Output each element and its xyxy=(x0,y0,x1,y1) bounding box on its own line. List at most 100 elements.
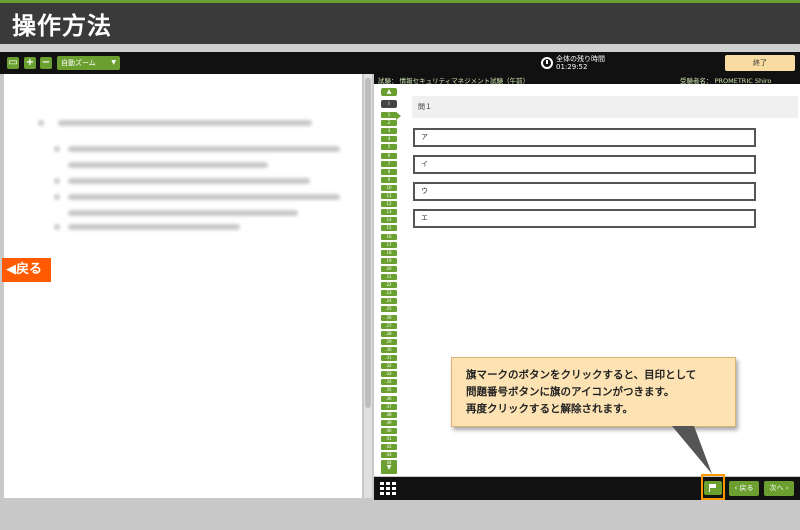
blurred-text-line xyxy=(68,146,340,152)
grid-cell xyxy=(386,482,390,485)
answer-option-u[interactable]: ウ xyxy=(413,182,756,201)
page-title: 操作方法 xyxy=(12,12,112,40)
question-number-button[interactable]: 28 xyxy=(381,330,397,337)
toolbar: ▭ + − 自動ズーム ▼ 全体の残り時間 01:29:52 終了 xyxy=(0,52,800,74)
app-header xyxy=(0,0,800,44)
callout-line: 再度クリックすると解除されます。 xyxy=(466,403,633,415)
blurred-text-line xyxy=(58,120,312,126)
answer-option-e[interactable]: エ xyxy=(413,209,756,228)
clock-icon xyxy=(541,57,553,69)
flag-icon-cloth xyxy=(710,484,716,488)
blurred-text-line xyxy=(68,210,298,216)
question-number-button[interactable]: 11 xyxy=(381,193,397,199)
question-number-button[interactable]: 13 xyxy=(381,209,397,216)
zoom-in-icon[interactable]: + xyxy=(24,57,36,69)
question-number-button[interactable]: 22 xyxy=(381,282,397,289)
question-number-button[interactable]: 18 xyxy=(381,249,397,256)
flag-explanation-callout: 旗マークのボタンをクリックすると、目印として 問題番号ボタンに旗のアイコンがつき… xyxy=(451,357,736,427)
zoom-select-value: 自動ズーム xyxy=(61,59,96,67)
blurred-bullet xyxy=(54,178,60,184)
next-small-button[interactable]: 次へ › xyxy=(764,481,794,496)
question-number-button[interactable]: 35 xyxy=(381,387,397,394)
chevron-right-icon: › xyxy=(783,484,789,492)
chevron-down-icon: ▼ xyxy=(111,59,116,66)
print-icon[interactable]: ▭ xyxy=(7,57,19,69)
callout-pointer xyxy=(672,426,712,474)
end-exam-button[interactable]: 終了 xyxy=(725,55,795,71)
callout-line: 問題番号ボタンに旗のアイコンがつきます。 xyxy=(466,386,675,398)
question-number-button[interactable]: 17 xyxy=(381,241,397,248)
flag-button[interactable] xyxy=(704,481,722,495)
question-number-button[interactable]: 8 xyxy=(381,168,397,175)
question-number-button[interactable]: 4 xyxy=(381,136,397,143)
question-number-button[interactable]: 34 xyxy=(381,379,397,386)
question-number-button[interactable]: 24 xyxy=(381,298,397,305)
left-scrollbar-thumb[interactable] xyxy=(365,78,371,408)
question-number-button[interactable]: 5 xyxy=(381,144,397,151)
zoom-select[interactable]: 自動ズーム ▼ xyxy=(57,56,120,70)
question-number-button[interactable]: 15 xyxy=(381,225,397,232)
info-button[interactable]: i xyxy=(381,100,397,108)
question-number-button[interactable]: 19 xyxy=(381,257,397,264)
grid-cell xyxy=(380,487,384,490)
question-number-button[interactable]: 1 xyxy=(381,112,397,118)
back-button[interactable]: ◀戻る xyxy=(2,258,51,282)
question-number-button[interactable]: 33 xyxy=(381,371,397,378)
next-small-label: 次へ xyxy=(769,484,784,492)
grid-cell xyxy=(386,492,390,495)
grid-cell xyxy=(392,492,396,495)
question-number-header: 問１ xyxy=(412,96,798,118)
question-number-button[interactable]: 32 xyxy=(381,363,397,370)
question-number-button[interactable]: 29 xyxy=(381,338,397,345)
question-number-button[interactable]: 31 xyxy=(381,355,397,361)
grid-cell xyxy=(386,487,390,490)
answer-option-a[interactable]: ア xyxy=(413,128,756,147)
blurred-bullet xyxy=(38,120,44,126)
question-number-button[interactable]: 9 xyxy=(381,176,397,183)
back-small-label: 戻る xyxy=(739,484,754,492)
question-number-button[interactable]: 7 xyxy=(381,160,397,167)
blurred-bullet xyxy=(54,224,60,230)
question-number-button[interactable]: 42 xyxy=(381,444,397,451)
question-number-button[interactable]: 40 xyxy=(381,427,397,434)
blurred-bullet xyxy=(54,146,60,152)
question-number-button[interactable]: 12 xyxy=(381,201,397,208)
answer-option-i[interactable]: イ xyxy=(413,155,756,174)
back-small-button[interactable]: ‹ 戻る xyxy=(729,481,759,496)
question-text-panel xyxy=(4,74,362,498)
question-number-button[interactable]: 20 xyxy=(381,265,397,272)
question-number-button[interactable]: 30 xyxy=(381,346,397,353)
question-number-button[interactable]: 43 xyxy=(381,452,397,459)
time-remaining-value: 01:29:52 xyxy=(556,63,588,71)
question-number-button[interactable]: 3 xyxy=(381,128,397,135)
header-divider xyxy=(0,44,800,52)
question-number-button[interactable]: 36 xyxy=(381,395,397,402)
zoom-out-icon[interactable]: − xyxy=(40,57,52,69)
blurred-text-line xyxy=(68,224,240,230)
grid-cell xyxy=(380,492,384,495)
question-number-button[interactable]: 14 xyxy=(381,217,397,224)
grid-icon[interactable] xyxy=(380,482,396,496)
question-number-button[interactable]: 27 xyxy=(381,322,397,329)
question-number-button[interactable]: 37 xyxy=(381,403,397,410)
question-number-button[interactable]: 21 xyxy=(381,274,397,280)
nav-down-button[interactable]: ▼ xyxy=(381,464,397,472)
grid-cell xyxy=(392,482,396,485)
question-number-button[interactable]: 39 xyxy=(381,419,397,426)
question-number-button[interactable]: 16 xyxy=(381,233,397,240)
blurred-text-line xyxy=(68,194,340,200)
question-number-button[interactable]: 26 xyxy=(381,314,397,321)
nav-up-button[interactable]: ▲ xyxy=(381,88,397,96)
question-number-button[interactable]: 25 xyxy=(381,306,397,313)
clock-hand xyxy=(546,60,548,64)
blurred-text-line xyxy=(68,162,268,168)
grid-cell xyxy=(380,482,384,485)
blurred-bullet xyxy=(54,194,60,200)
question-number-button[interactable]: 2 xyxy=(381,120,397,127)
question-number-button[interactable]: 6 xyxy=(381,152,397,159)
question-number-button[interactable]: 38 xyxy=(381,411,397,418)
question-number-button[interactable]: 23 xyxy=(381,290,397,297)
question-number-button[interactable]: 41 xyxy=(381,436,397,442)
question-number-button[interactable]: 10 xyxy=(381,184,397,191)
current-question-marker xyxy=(396,112,401,120)
